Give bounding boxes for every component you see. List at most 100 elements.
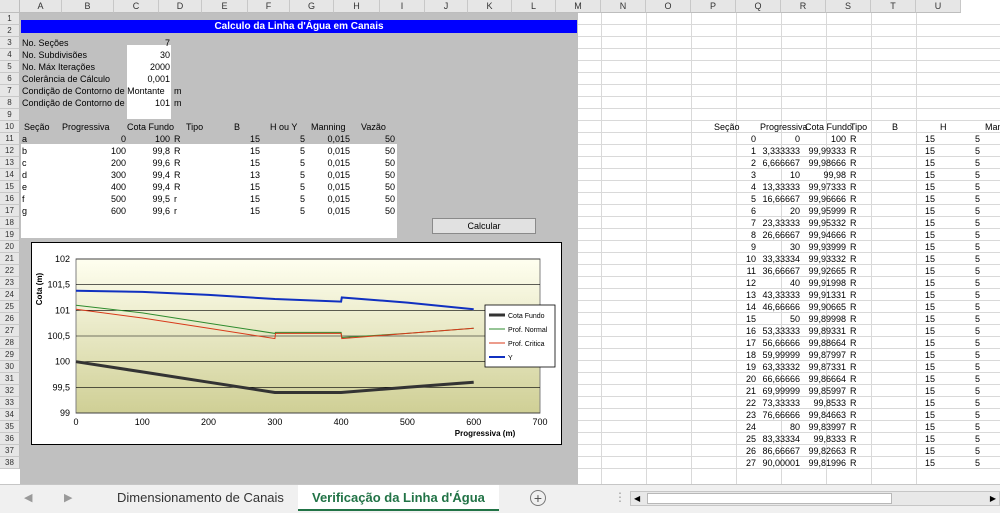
- row-header-5[interactable]: 5: [0, 61, 20, 73]
- results-cell[interactable]: 5: [940, 205, 980, 217]
- results-cell[interactable]: 69,99999: [760, 385, 800, 397]
- results-cell[interactable]: 15: [892, 361, 935, 373]
- results-cell[interactable]: 10: [714, 253, 756, 265]
- results-cell[interactable]: 5: [940, 409, 980, 421]
- results-cell[interactable]: R: [850, 385, 857, 397]
- results-cell[interactable]: 26: [714, 445, 756, 457]
- results-cell[interactable]: 15: [892, 421, 935, 433]
- next-sheet-icon[interactable]: ▶: [64, 491, 72, 504]
- results-cell[interactable]: R: [850, 373, 857, 385]
- results-cell[interactable]: R: [850, 409, 857, 421]
- results-cell[interactable]: 15: [892, 157, 935, 169]
- results-cell[interactable]: 5: [940, 385, 980, 397]
- row-header-7[interactable]: 7: [0, 85, 20, 97]
- results-cell[interactable]: 99,91331: [805, 289, 846, 301]
- results-cell[interactable]: 15: [892, 301, 935, 313]
- results-cell[interactable]: R: [850, 217, 857, 229]
- results-cell[interactable]: 15: [892, 349, 935, 361]
- results-cell[interactable]: 5: [940, 421, 980, 433]
- results-cell[interactable]: 15: [892, 289, 935, 301]
- sections-cell[interactable]: 0,015: [314, 169, 350, 181]
- results-cell[interactable]: 15: [892, 229, 935, 241]
- sections-cell[interactable]: 50: [360, 145, 395, 157]
- results-cell[interactable]: 15: [892, 313, 935, 325]
- results-cell[interactable]: 99,89998: [805, 313, 846, 325]
- results-cell[interactable]: 4: [714, 181, 756, 193]
- results-cell[interactable]: 15: [892, 385, 935, 397]
- scroll-left-icon[interactable]: ◀: [634, 492, 640, 505]
- results-cell[interactable]: 5: [940, 337, 980, 349]
- sections-cell[interactable]: 5: [268, 193, 305, 205]
- results-cell[interactable]: R: [850, 253, 857, 265]
- results-cell[interactable]: 27: [714, 457, 756, 469]
- row-header-30[interactable]: 30: [0, 361, 20, 373]
- results-cell[interactable]: 99,96666: [805, 193, 846, 205]
- row-header-10[interactable]: 10: [0, 121, 20, 133]
- results-cell[interactable]: 99,85997: [805, 385, 846, 397]
- results-cell[interactable]: 21: [714, 385, 756, 397]
- results-cell[interactable]: 63,33332: [760, 361, 800, 373]
- sections-cell[interactable]: 15: [226, 133, 260, 145]
- results-cell[interactable]: 15: [892, 325, 935, 337]
- sections-cell[interactable]: 5: [268, 157, 305, 169]
- sections-cell[interactable]: e: [22, 181, 27, 193]
- tab-dimensionamento[interactable]: Dimensionamento de Canais: [103, 485, 298, 511]
- results-cell[interactable]: 20: [714, 373, 756, 385]
- results-cell[interactable]: 83,33334: [760, 433, 800, 445]
- results-cell[interactable]: 15: [892, 253, 935, 265]
- results-cell[interactable]: 5: [940, 265, 980, 277]
- row-header-13[interactable]: 13: [0, 157, 20, 169]
- column-header-f[interactable]: F: [248, 0, 290, 13]
- results-cell[interactable]: 5: [940, 277, 980, 289]
- results-cell[interactable]: R: [850, 181, 857, 193]
- results-cell[interactable]: 5: [940, 157, 980, 169]
- results-cell[interactable]: 11: [714, 265, 756, 277]
- results-cell[interactable]: 56,66666: [760, 337, 800, 349]
- results-cell[interactable]: 99,92665: [805, 265, 846, 277]
- tab-verificacao[interactable]: Verificação da Linha d'Água: [298, 485, 499, 511]
- results-cell[interactable]: 15: [892, 265, 935, 277]
- row-header-18[interactable]: 18: [0, 217, 20, 229]
- row-header-6[interactable]: 6: [0, 73, 20, 85]
- results-cell[interactable]: 99,94666: [805, 229, 846, 241]
- scroll-thumb[interactable]: [647, 493, 892, 504]
- results-cell[interactable]: 5: [940, 145, 980, 157]
- row-header-32[interactable]: 32: [0, 385, 20, 397]
- row-header-19[interactable]: 19: [0, 229, 20, 241]
- results-cell[interactable]: 76,66666: [760, 409, 800, 421]
- row-header-8[interactable]: 8: [0, 97, 20, 109]
- sections-cell[interactable]: a: [22, 133, 27, 145]
- column-header-d[interactable]: D: [159, 0, 202, 13]
- horizontal-scrollbar[interactable]: ◀ ▶: [630, 491, 1000, 506]
- row-header-4[interactable]: 4: [0, 49, 20, 61]
- results-cell[interactable]: 24: [714, 421, 756, 433]
- results-cell[interactable]: R: [850, 157, 857, 169]
- column-header-a[interactable]: A: [20, 0, 62, 13]
- results-cell[interactable]: R: [850, 301, 857, 313]
- param-value[interactable]: 101: [127, 97, 170, 109]
- results-cell[interactable]: 3: [714, 169, 756, 181]
- results-cell[interactable]: 5: [940, 229, 980, 241]
- sections-cell[interactable]: 15: [226, 193, 260, 205]
- sections-cell[interactable]: b: [22, 145, 27, 157]
- sections-cell[interactable]: 50: [360, 157, 395, 169]
- sections-cell[interactable]: 5: [268, 133, 305, 145]
- results-cell[interactable]: 36,66667: [760, 265, 800, 277]
- spreadsheet-grid[interactable]: ABCDEFGHIJKLMNOPQRSTU 1 2 3 4 5 6 7 8 9 10 11 12 13 1…: [0, 0, 1000, 484]
- results-cell[interactable]: 18: [714, 349, 756, 361]
- results-cell[interactable]: 16: [714, 325, 756, 337]
- results-cell[interactable]: R: [850, 229, 857, 241]
- results-cell[interactable]: 23: [714, 409, 756, 421]
- column-header-m[interactable]: M: [556, 0, 601, 13]
- results-cell[interactable]: R: [850, 397, 857, 409]
- sections-cell[interactable]: 50: [360, 205, 395, 217]
- sections-cell[interactable]: 50: [360, 181, 395, 193]
- results-cell[interactable]: 53,33333: [760, 325, 800, 337]
- results-cell[interactable]: 33,33334: [760, 253, 800, 265]
- sections-cell[interactable]: 99,6: [128, 205, 170, 217]
- results-cell[interactable]: 5: [940, 181, 980, 193]
- results-cell[interactable]: 99,87997: [805, 349, 846, 361]
- sections-cell[interactable]: 0,015: [314, 133, 350, 145]
- sections-cell[interactable]: 0: [82, 133, 126, 145]
- results-cell[interactable]: 100: [805, 133, 846, 145]
